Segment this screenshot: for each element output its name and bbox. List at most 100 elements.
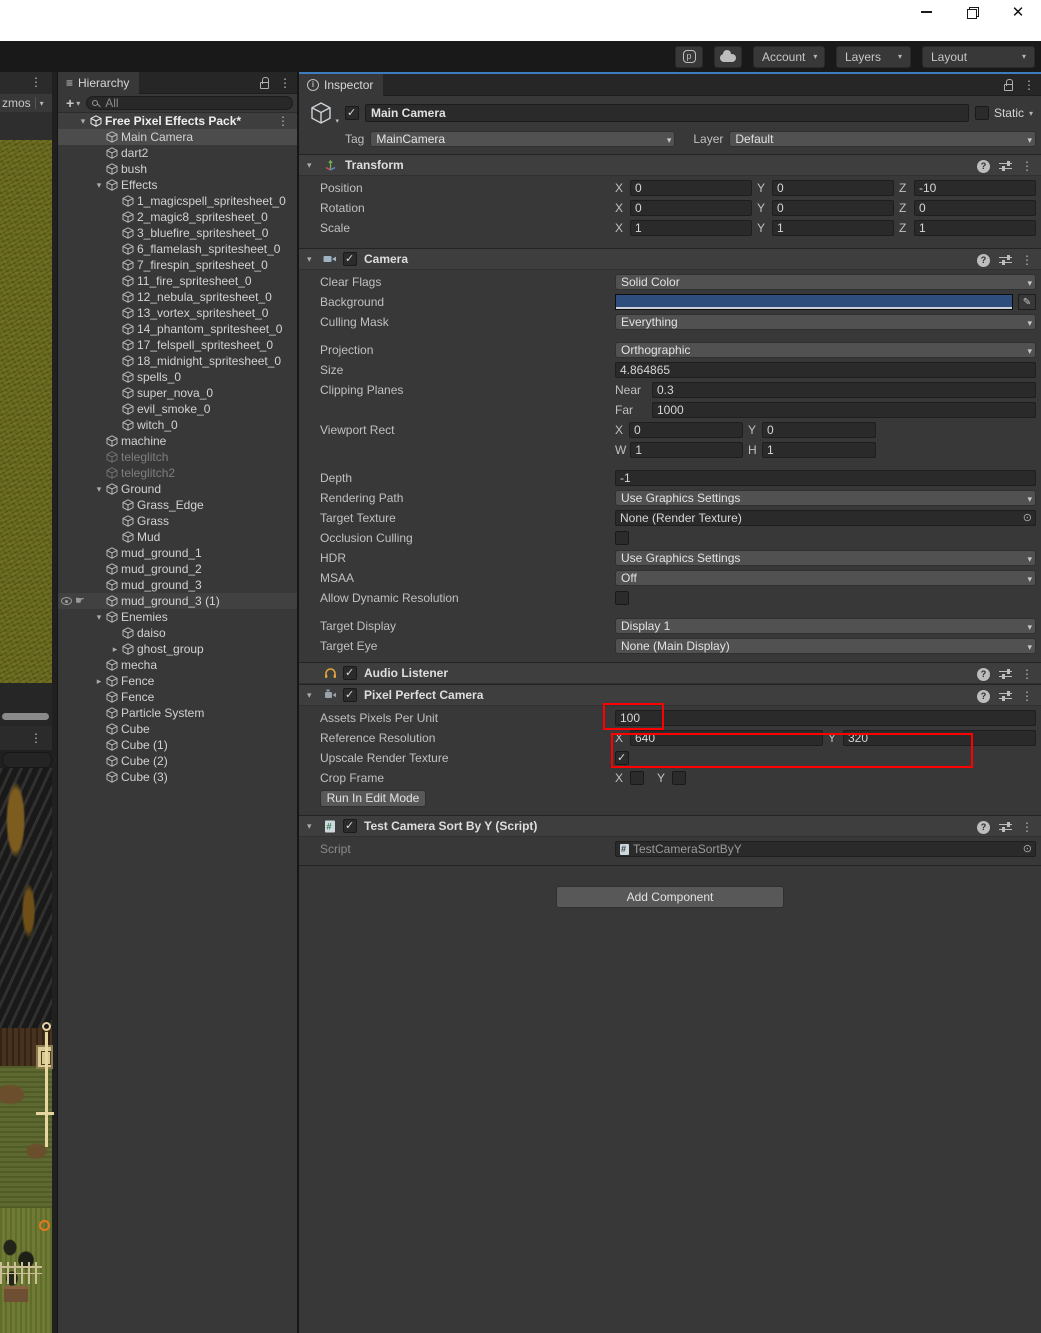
layer-dropdown[interactable]: Default xyxy=(729,131,1036,147)
hierarchy-item-bush[interactable]: bush xyxy=(58,161,297,177)
presets-icon[interactable] xyxy=(999,669,1012,680)
foldout-arrow-icon[interactable]: ▾ xyxy=(92,481,106,497)
crop-frame-y-checkbox[interactable] xyxy=(672,771,686,785)
hierarchy-item-mecha[interactable]: mecha xyxy=(58,657,297,673)
gameobject-active-checkbox[interactable] xyxy=(345,106,359,120)
projection-dropdown[interactable]: Orthographic xyxy=(615,342,1036,358)
tag-dropdown[interactable]: MainCamera xyxy=(370,131,675,147)
layers-dropdown[interactable]: Layers▾ xyxy=(836,46,911,68)
clear-flags-dropdown[interactable]: Solid Color xyxy=(615,274,1036,290)
rotation-y-field[interactable]: 0 xyxy=(772,200,894,216)
hierarchy-item-12-nebula-spritesheet-0[interactable]: 12_nebula_spritesheet_0 xyxy=(58,289,297,305)
component-menu-icon[interactable]: ⋮ xyxy=(1021,253,1033,267)
create-button[interactable]: + xyxy=(66,95,74,111)
viewport-y-field[interactable]: 0 xyxy=(762,422,876,438)
rendering-path-dropdown[interactable]: Use Graphics Settings xyxy=(615,490,1036,506)
hierarchy-item-ghost-group[interactable]: ▸ghost_group xyxy=(58,641,297,657)
presets-icon[interactable] xyxy=(999,691,1012,702)
component-menu-icon[interactable]: ⋮ xyxy=(1021,159,1033,173)
object-picker-icon[interactable]: ⊙ xyxy=(1023,842,1032,856)
culling-mask-dropdown[interactable]: Everything xyxy=(615,314,1036,330)
hierarchy-item-enemies[interactable]: ▾Enemies xyxy=(58,609,297,625)
hierarchy-item-main-camera[interactable]: Main Camera xyxy=(58,129,297,145)
object-picker-icon[interactable]: ⊙ xyxy=(1023,511,1032,525)
help-icon[interactable]: ? xyxy=(977,821,990,834)
hierarchy-item-spells-0[interactable]: spells_0 xyxy=(58,369,297,385)
layout-dropdown[interactable]: Layout▾ xyxy=(922,46,1035,68)
scene-menu-icon[interactable]: ⋮ xyxy=(277,113,289,129)
static-control[interactable]: Static ▾ xyxy=(975,106,1033,120)
hierarchy-search-input[interactable]: All xyxy=(86,96,293,110)
static-checkbox[interactable] xyxy=(975,106,989,120)
transform-component-header[interactable]: ▾ Transform ? ⋮ xyxy=(299,154,1041,176)
foldout-arrow-icon[interactable]: ▾ xyxy=(307,254,317,265)
hierarchy-item-mud[interactable]: Mud xyxy=(58,529,297,545)
upscale-render-texture-checkbox[interactable] xyxy=(615,751,629,765)
assets-pixels-per-unit-field[interactable]: 100 xyxy=(615,710,1036,726)
hierarchy-item-2-magic8-spritesheet-0[interactable]: 2_magic8_spritesheet_0 xyxy=(58,209,297,225)
hierarchy-item-6-flamelash-spritesheet-0[interactable]: 6_flamelash_spritesheet_0 xyxy=(58,241,297,257)
component-menu-icon[interactable]: ⋮ xyxy=(1021,820,1033,834)
help-icon[interactable]: ? xyxy=(977,668,990,681)
add-component-button[interactable]: Add Component xyxy=(556,886,784,908)
panel-menu-icon[interactable]: ⋮ xyxy=(279,76,291,90)
hierarchy-item-teleglitch[interactable]: teleglitch xyxy=(58,449,297,465)
hierarchy-item-1-magicspell-spritesheet-0[interactable]: 1_magicspell_spritesheet_0 xyxy=(58,193,297,209)
allow-dynamic-resolution-checkbox[interactable] xyxy=(615,591,629,605)
presets-icon[interactable] xyxy=(999,161,1012,172)
position-y-field[interactable]: 0 xyxy=(772,180,894,196)
crop-frame-x-checkbox[interactable] xyxy=(630,771,644,785)
scale-y-field[interactable]: 1 xyxy=(772,220,894,236)
target-display-dropdown[interactable]: Display 1 xyxy=(615,618,1036,634)
far-field[interactable]: 1000 xyxy=(652,402,1036,418)
scale-z-field[interactable]: 1 xyxy=(914,220,1036,236)
hierarchy-item-cube-3[interactable]: Cube (3) xyxy=(58,769,297,785)
help-icon[interactable]: ? xyxy=(977,160,990,173)
script-component-header[interactable]: ▾ # Test Camera Sort By Y (Script) ? ⋮ xyxy=(299,815,1041,837)
viewport-w-field[interactable]: 1 xyxy=(630,442,743,458)
gameobject-name-field[interactable]: Main Camera xyxy=(365,104,969,122)
hierarchy-item-super-nova-0[interactable]: super_nova_0 xyxy=(58,385,297,401)
foldout-arrow-icon[interactable]: ▸ xyxy=(108,641,122,657)
position-z-field[interactable]: -10 xyxy=(914,180,1036,196)
close-button[interactable]: ✕ xyxy=(1007,1,1029,23)
horizontal-scrollbar[interactable] xyxy=(2,713,49,720)
minimize-button[interactable] xyxy=(915,1,937,23)
hierarchy-item-14-phantom-spritesheet-0[interactable]: 14_phantom_spritesheet_0 xyxy=(58,321,297,337)
hierarchy-item-17-felspell-spritesheet-0[interactable]: 17_felspell_spritesheet_0 xyxy=(58,337,297,353)
target-texture-field[interactable]: None (Render Texture)⊙ xyxy=(615,510,1036,526)
lock-icon[interactable] xyxy=(260,82,269,89)
panel-menu-icon[interactable]: ⋮ xyxy=(30,75,42,89)
gameobject-cube-icon[interactable]: ▾ xyxy=(309,101,333,125)
hierarchy-item-witch-0[interactable]: witch_0 xyxy=(58,417,297,433)
camera-component-header[interactable]: ▾ Camera ? ⋮ xyxy=(299,248,1041,270)
scale-x-field[interactable]: 1 xyxy=(630,220,752,236)
foldout-arrow-icon[interactable]: ▾ xyxy=(92,609,106,625)
hierarchy-item-particle-system[interactable]: Particle System xyxy=(58,705,297,721)
foldout-arrow-icon[interactable]: ▾ xyxy=(307,690,317,701)
hierarchy-item-machine[interactable]: machine xyxy=(58,433,297,449)
position-x-field[interactable]: 0 xyxy=(630,180,752,196)
scene-view-grass-texture[interactable] xyxy=(0,140,52,683)
hierarchy-item-daiso[interactable]: daiso xyxy=(58,625,297,641)
camera-enabled-checkbox[interactable] xyxy=(343,252,357,266)
hierarchy-item-grass-edge[interactable]: Grass_Edge xyxy=(58,497,297,513)
size-field[interactable]: 4.864865 xyxy=(615,362,1036,378)
panel-menu-icon[interactable]: ⋮ xyxy=(1023,78,1035,92)
viewport-x-field[interactable]: 0 xyxy=(629,422,743,438)
script-enabled-checkbox[interactable] xyxy=(343,819,357,833)
foldout-arrow-icon[interactable]: ▸ xyxy=(92,673,106,689)
game-toolbar-field[interactable] xyxy=(2,752,52,768)
presets-icon[interactable] xyxy=(999,255,1012,266)
reference-resolution-y-field[interactable]: 320 xyxy=(843,730,1036,746)
cloud-button[interactable] xyxy=(714,46,742,68)
hierarchy-item-grass[interactable]: Grass xyxy=(58,513,297,529)
hierarchy-item-fence[interactable]: Fence xyxy=(58,689,297,705)
tab-hierarchy[interactable]: ≡ Hierarchy xyxy=(58,72,139,94)
hierarchy-item-11-fire-spritesheet-0[interactable]: 11_fire_spritesheet_0 xyxy=(58,273,297,289)
hierarchy-item-cube-2[interactable]: Cube (2) xyxy=(58,753,297,769)
foldout-arrow-icon[interactable]: ▾ xyxy=(307,160,317,171)
foldout-arrow-icon[interactable]: ▾ xyxy=(307,821,317,832)
restore-button[interactable] xyxy=(961,1,983,23)
panel-menu-icon[interactable]: ⋮ xyxy=(30,731,42,745)
